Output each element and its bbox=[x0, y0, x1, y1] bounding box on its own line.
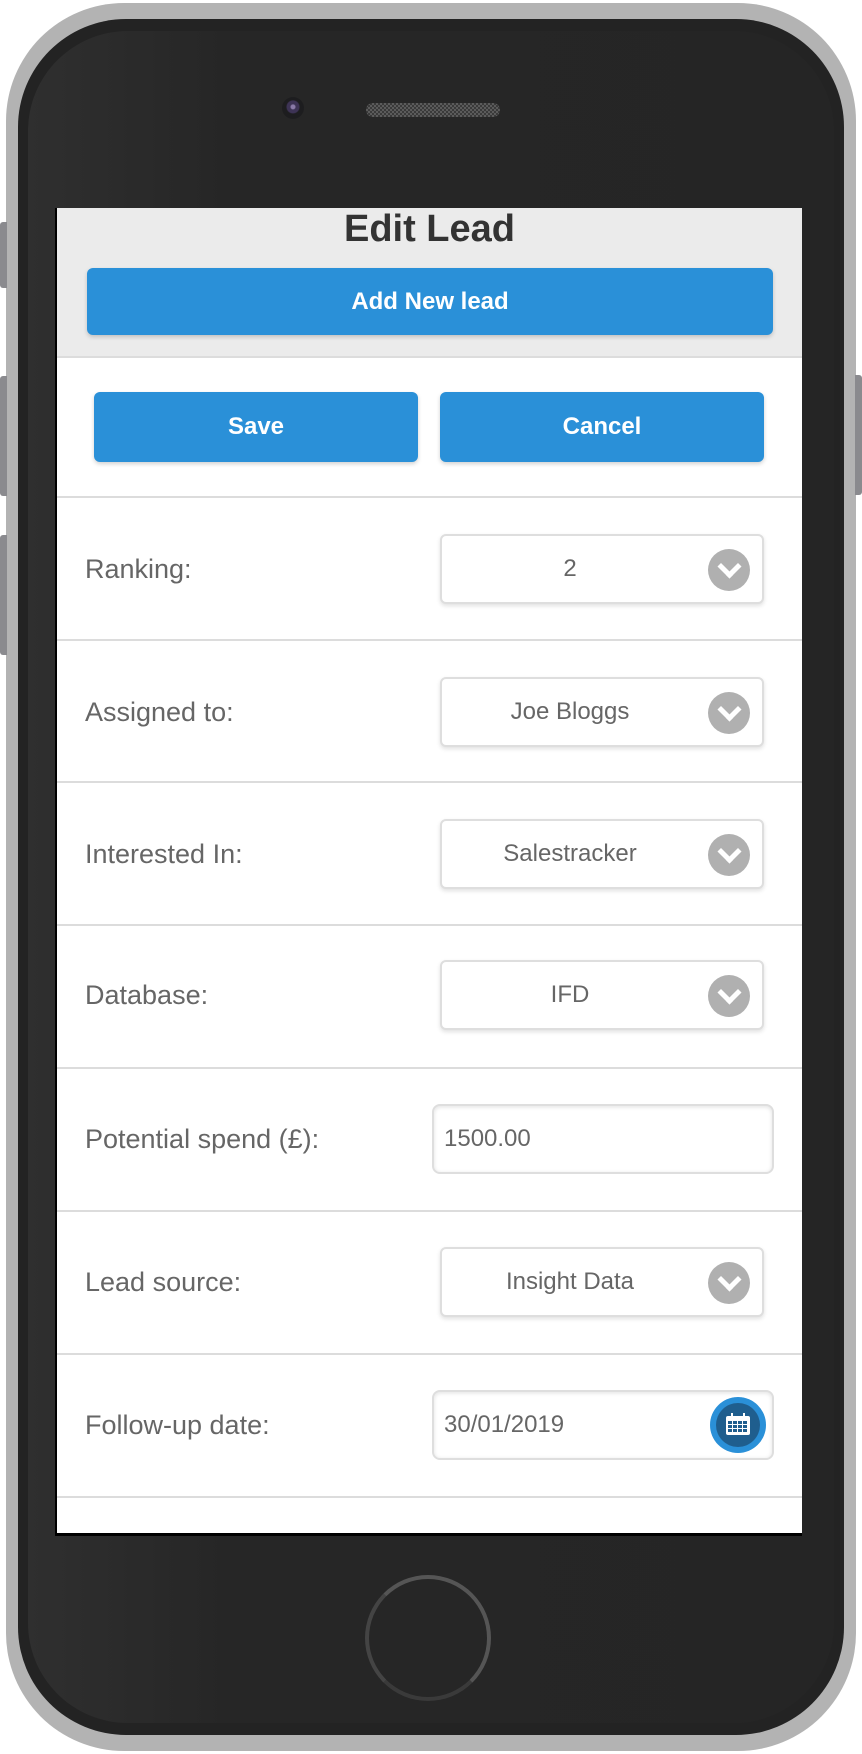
interested-in-select[interactable]: Salestracker bbox=[440, 819, 764, 889]
app-screen: Edit Lead Add New lead Save Cancel Ranki… bbox=[55, 208, 802, 1536]
follow-up-date-value: 30/01/2019 bbox=[444, 1411, 565, 1438]
potential-spend-input[interactable]: 1500.00 bbox=[432, 1104, 774, 1174]
ranking-select[interactable]: 2 bbox=[440, 534, 764, 604]
assigned-to-label: Assigned to: bbox=[85, 697, 234, 727]
chevron-down-icon bbox=[708, 975, 750, 1017]
divider bbox=[57, 1496, 802, 1498]
follow-up-date-label: Follow-up date: bbox=[85, 1410, 270, 1440]
page-header: Edit Lead Add New lead bbox=[57, 208, 802, 358]
field-row-ranking: Ranking: 2 bbox=[57, 498, 802, 641]
field-row-interested-in: Interested In: Salestracker bbox=[57, 783, 802, 926]
assigned-to-select[interactable]: Joe Bloggs bbox=[440, 677, 764, 747]
add-new-lead-button[interactable]: Add New lead bbox=[87, 268, 773, 335]
assigned-to-value: Joe Bloggs bbox=[510, 698, 630, 725]
calendar-icon bbox=[716, 1403, 760, 1447]
field-row-follow-up-date: Follow-up date: 30/01/2019 bbox=[57, 1354, 802, 1497]
calendar-button[interactable] bbox=[710, 1397, 766, 1453]
lead-source-value: Insight Data bbox=[505, 1268, 635, 1295]
ranking-value: 2 bbox=[563, 555, 577, 582]
volume-down-button bbox=[0, 535, 7, 655]
ranking-label: Ranking: bbox=[85, 554, 192, 584]
lead-source-label: Lead source: bbox=[85, 1267, 242, 1297]
database-value: IFD bbox=[550, 981, 590, 1008]
field-row-assigned-to: Assigned to: Joe Bloggs bbox=[57, 641, 802, 784]
home-button[interactable] bbox=[365, 1575, 491, 1701]
chevron-down-icon bbox=[708, 692, 750, 734]
front-camera bbox=[282, 97, 304, 119]
calendar-glyph bbox=[726, 1413, 750, 1435]
lead-source-select[interactable]: Insight Data bbox=[440, 1247, 764, 1317]
chevron-down-icon bbox=[708, 1262, 750, 1304]
database-label: Database: bbox=[85, 980, 209, 1010]
description-label: Description: bbox=[85, 1533, 228, 1536]
follow-up-date-input[interactable]: 30/01/2019 bbox=[432, 1390, 774, 1460]
earpiece-speaker bbox=[366, 103, 500, 117]
volume-up-button bbox=[0, 376, 7, 496]
chevron-down-icon bbox=[708, 549, 750, 591]
field-row-lead-source: Lead source: Insight Data bbox=[57, 1211, 802, 1354]
power-button bbox=[855, 375, 862, 495]
field-row-potential-spend: Potential spend (£): 1500.00 bbox=[57, 1068, 802, 1211]
mute-switch bbox=[0, 222, 7, 288]
chevron-down-icon bbox=[708, 834, 750, 876]
potential-spend-label: Potential spend (£): bbox=[85, 1124, 320, 1154]
database-select[interactable]: IFD bbox=[440, 960, 764, 1030]
interested-in-label: Interested In: bbox=[85, 839, 243, 869]
cancel-button[interactable]: Cancel bbox=[440, 392, 764, 462]
interested-in-value: Salestracker bbox=[503, 840, 637, 867]
page-title: Edit Lead bbox=[343, 208, 516, 250]
save-button[interactable]: Save bbox=[94, 392, 418, 462]
field-row-database: Database: IFD bbox=[57, 924, 802, 1067]
